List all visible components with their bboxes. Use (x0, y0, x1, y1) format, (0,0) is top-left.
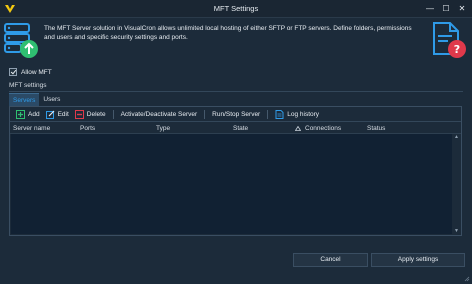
server-upload-icon (4, 23, 38, 58)
close-button[interactable]: ✕ (456, 3, 468, 15)
toolbar-separator (204, 109, 206, 119)
column-type[interactable]: Type (156, 125, 170, 132)
delete-label: Delete (86, 110, 106, 118)
delete-button[interactable]: Delete (72, 108, 109, 121)
toolbar-separator (112, 109, 114, 119)
activate-deactivate-button[interactable]: Activate/Deactivate Server (118, 108, 201, 121)
resize-grip-icon[interactable] (464, 276, 470, 282)
edit-button[interactable]: Edit (43, 108, 72, 121)
grid-header: Server name Ports Type State Connections… (10, 123, 461, 134)
toolbar-separator (267, 109, 269, 119)
run-stop-button[interactable]: Run/Stop Server (209, 108, 263, 121)
section-divider (9, 91, 463, 92)
add-icon (16, 109, 25, 119)
tab-users[interactable]: Users (39, 93, 64, 106)
tab-servers[interactable]: Servers (9, 93, 40, 106)
edit-icon (45, 110, 55, 119)
allow-mft-checkbox[interactable] (9, 68, 17, 76)
allow-mft-label: Allow MFT (21, 68, 52, 76)
column-state[interactable]: State (233, 125, 248, 132)
window-title: MFT Settings (213, 4, 259, 13)
sort-ascending-icon (295, 126, 301, 131)
delete-icon (74, 109, 84, 119)
title-bar: MFT Settings — ☐ ✕ (0, 0, 472, 18)
servers-panel: Add Edit Delete Activate/Deactivate Serv… (9, 106, 462, 236)
vertical-scrollbar[interactable]: ▲ ▼ (453, 134, 460, 234)
log-history-button[interactable]: Log history (272, 108, 322, 121)
servers-toolbar: Add Edit Delete Activate/Deactivate Serv… (10, 107, 461, 122)
edit-label: Edit (57, 110, 69, 118)
cancel-button[interactable]: Cancel (293, 253, 368, 267)
column-ports[interactable]: Ports (80, 125, 95, 132)
add-button[interactable]: Add (13, 108, 43, 121)
log-history-icon (275, 109, 284, 119)
scroll-up-icon[interactable]: ▲ (453, 134, 460, 140)
servers-grid[interactable] (11, 134, 452, 234)
mft-settings-label: MFT settings (9, 82, 47, 89)
tab-bar: Servers Users (9, 93, 64, 106)
apply-settings-button[interactable]: Apply settings (371, 253, 465, 267)
document-help-icon: ? (433, 22, 466, 58)
add-label: Add (28, 110, 40, 118)
header-description: The MFT Server solution in VisualCron al… (44, 25, 412, 41)
minimize-button[interactable]: — (424, 3, 436, 15)
log-history-label: Log history (287, 110, 320, 118)
svg-text:?: ? (454, 43, 460, 56)
allow-mft-row[interactable]: Allow MFT (9, 67, 52, 77)
maximize-button[interactable]: ☐ (440, 3, 452, 15)
scroll-down-icon[interactable]: ▼ (453, 228, 460, 234)
column-status[interactable]: Status (367, 125, 385, 132)
column-connections[interactable]: Connections (305, 125, 341, 132)
column-server-name[interactable]: Server name (13, 125, 50, 132)
